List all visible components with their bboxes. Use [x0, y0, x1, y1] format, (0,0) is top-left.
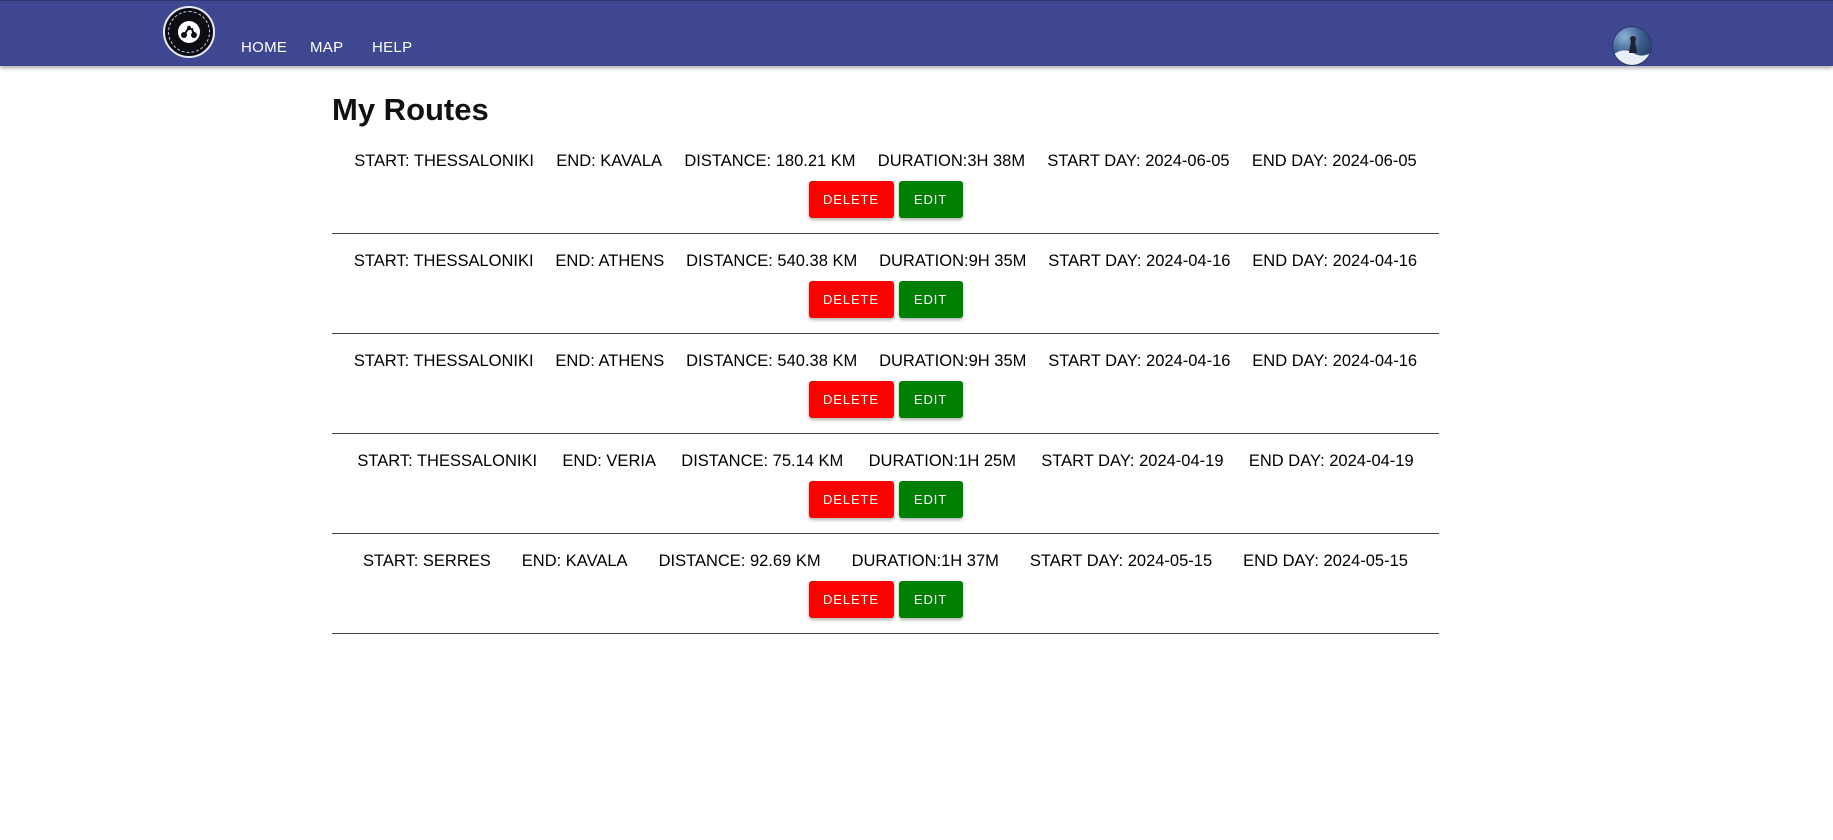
route-duration: DURATION:3H 38M	[877, 152, 1026, 170]
route-item: START: SERRES END: KAVALA DISTANCE: 92.6…	[332, 534, 1439, 634]
route-item: START: THESSALONIKI END: KAVALA DISTANCE…	[332, 134, 1439, 234]
delete-route-button[interactable]: DELETE	[808, 381, 894, 418]
page-title: My Routes	[332, 92, 489, 127]
nav-home-link[interactable]: HOME	[241, 39, 287, 56]
route-end: END: VERIA	[562, 452, 656, 470]
route-duration: DURATION:1H 25M	[868, 452, 1016, 470]
route-start: START: SERRES	[363, 552, 491, 570]
edit-route-button[interactable]: EDIT	[898, 281, 963, 318]
route-distance: DISTANCE: 75.14 KM	[681, 452, 844, 470]
route-end-day: END DAY: 2024-06-05	[1251, 152, 1417, 170]
avatar-image	[1613, 36, 1651, 65]
route-start: START: THESSALONIKI	[357, 452, 538, 470]
route-info: START: THESSALONIKI END: ATHENS DISTANCE…	[332, 252, 1439, 271]
route-end: END: ATHENS	[555, 352, 665, 370]
route-start-day: START DAY: 2024-04-16	[1048, 252, 1231, 270]
route-actions: DELETE EDIT	[332, 581, 1439, 618]
user-avatar-icon[interactable]	[1612, 26, 1652, 66]
edit-route-button[interactable]: EDIT	[898, 381, 963, 418]
route-actions: DELETE EDIT	[332, 381, 1439, 418]
route-end-day: END DAY: 2024-05-15	[1243, 552, 1408, 570]
delete-route-button[interactable]: DELETE	[808, 481, 894, 518]
route-actions: DELETE EDIT	[332, 481, 1439, 518]
edit-route-button[interactable]: EDIT	[898, 181, 963, 218]
route-distance: DISTANCE: 180.21 KM	[684, 152, 856, 170]
route-end-day: END DAY: 2024-04-16	[1252, 352, 1418, 370]
route-end: END: KAVALA	[556, 152, 663, 170]
edit-route-button[interactable]: EDIT	[898, 581, 963, 618]
route-actions: DELETE EDIT	[332, 181, 1439, 218]
nav-help-link[interactable]: HELP	[372, 39, 412, 56]
route-distance: DISTANCE: 540.38 KM	[686, 252, 858, 270]
routes-list: START: THESSALONIKI END: KAVALA DISTANCE…	[332, 134, 1439, 634]
route-item: START: THESSALONIKI END: VERIA DISTANCE:…	[332, 434, 1439, 534]
top-app-bar: HOME MAP HELP	[0, 0, 1833, 66]
route-duration: DURATION:9H 35M	[879, 352, 1027, 370]
logo-ring	[168, 11, 210, 53]
route-distance: DISTANCE: 92.69 KM	[658, 552, 821, 570]
route-distance: DISTANCE: 540.38 KM	[686, 352, 858, 370]
delete-route-button[interactable]: DELETE	[808, 181, 894, 218]
route-info: START: THESSALONIKI END: ATHENS DISTANCE…	[332, 352, 1439, 371]
route-start: START: THESSALONIKI	[353, 252, 534, 270]
route-duration: DURATION:9H 35M	[879, 252, 1027, 270]
route-end: END: KAVALA	[521, 552, 628, 570]
delete-route-button[interactable]: DELETE	[808, 281, 894, 318]
route-actions: DELETE EDIT	[332, 281, 1439, 318]
route-end: END: ATHENS	[555, 252, 665, 270]
delete-route-button[interactable]: DELETE	[808, 581, 894, 618]
route-start-day: START DAY: 2024-04-16	[1048, 352, 1231, 370]
route-duration: DURATION:1H 37M	[851, 552, 999, 570]
motorbike-logo-icon[interactable]	[163, 6, 215, 58]
route-info: START: THESSALONIKI END: KAVALA DISTANCE…	[332, 152, 1439, 171]
edit-route-button[interactable]: EDIT	[898, 481, 963, 518]
route-item: START: THESSALONIKI END: ATHENS DISTANCE…	[332, 234, 1439, 334]
route-end-day: END DAY: 2024-04-16	[1252, 252, 1418, 270]
route-start-day: START DAY: 2024-06-05	[1047, 152, 1230, 170]
route-start-day: START DAY: 2024-05-15	[1029, 552, 1213, 570]
route-item: START: THESSALONIKI END: ATHENS DISTANCE…	[332, 334, 1439, 434]
route-info: START: SERRES END: KAVALA DISTANCE: 92.6…	[332, 552, 1439, 571]
nav-map-link[interactable]: MAP	[310, 39, 343, 56]
route-info: START: THESSALONIKI END: VERIA DISTANCE:…	[332, 452, 1439, 471]
route-start: START: THESSALONIKI	[354, 152, 535, 170]
route-start: START: THESSALONIKI	[353, 352, 534, 370]
route-end-day: END DAY: 2024-04-19	[1248, 452, 1414, 470]
route-start-day: START DAY: 2024-04-19	[1041, 452, 1224, 470]
